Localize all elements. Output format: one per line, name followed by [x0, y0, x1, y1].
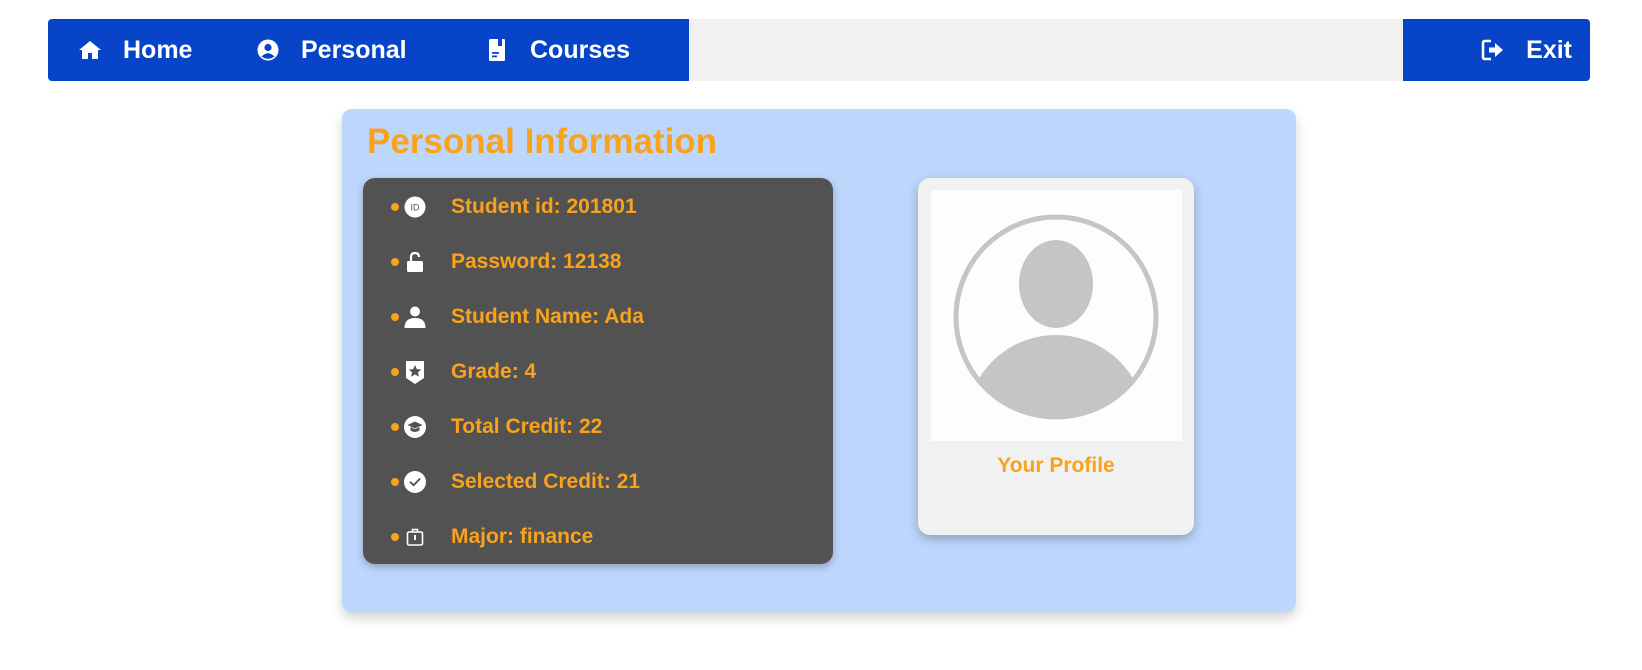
- top-navbar: Home Personal Courses Exit: [48, 19, 1590, 81]
- default-avatar-icon: [953, 214, 1159, 420]
- nav-personal-label: Personal: [301, 35, 407, 64]
- document-icon: [489, 39, 505, 61]
- nav-item-home[interactable]: Home: [78, 19, 192, 81]
- graduation-cap-icon: [404, 416, 426, 438]
- info-list: ID Student id: 201801 Password: 12138 St…: [363, 178, 833, 564]
- bullet: [391, 203, 399, 211]
- total-credit-text: Total Credit: 22: [451, 415, 603, 438]
- bullet: [391, 313, 399, 321]
- nav-right-section: Exit: [1403, 19, 1590, 81]
- page-title: Personal Information: [367, 122, 718, 161]
- major-text: Major: finance: [451, 525, 594, 548]
- bullet: [391, 368, 399, 376]
- svg-text:ID: ID: [411, 203, 421, 213]
- personal-info-card: Personal Information ID Student id: 2018…: [342, 109, 1296, 612]
- id-icon: ID: [404, 196, 426, 218]
- password-text: Password: 12138: [451, 250, 622, 273]
- profile-card[interactable]: Your Profile: [918, 178, 1194, 535]
- nav-home-label: Home: [123, 35, 193, 64]
- bullet: [391, 423, 399, 431]
- unlock-icon: [407, 251, 423, 272]
- user-icon: [404, 306, 426, 328]
- student-id-text: Student id: 201801: [451, 195, 637, 218]
- bullet: [391, 478, 399, 486]
- grade-text: Grade: 4: [451, 360, 537, 383]
- sign-out-icon: [1481, 39, 1504, 61]
- exit-label: Exit: [1526, 35, 1572, 64]
- user-circle-icon: [257, 39, 279, 61]
- briefcase-icon: [406, 528, 424, 546]
- bullet: [391, 258, 399, 266]
- bullet: [391, 533, 399, 541]
- nav-item-courses[interactable]: Courses: [485, 19, 630, 81]
- selected-credit-text: Selected Credit: 21: [451, 470, 641, 493]
- nav-item-personal[interactable]: Personal: [256, 19, 407, 81]
- nav-courses-label: Courses: [530, 35, 631, 64]
- star-badge-icon: [406, 361, 424, 384]
- student-name-text: Student Name: Ada: [451, 305, 644, 328]
- profile-label: Your Profile: [997, 454, 1115, 477]
- avatar: [931, 190, 1182, 441]
- exit-button[interactable]: Exit: [1481, 19, 1572, 81]
- check-circle-icon: [404, 471, 426, 493]
- nav-left-section: Home Personal Courses: [48, 19, 689, 81]
- home-icon: [79, 41, 101, 59]
